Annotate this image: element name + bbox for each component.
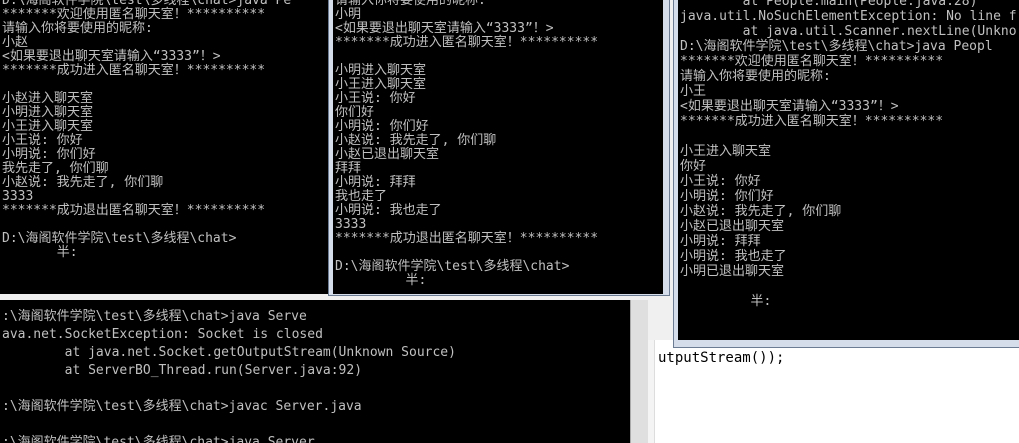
- console-line: 半:: [335, 273, 427, 288]
- console-line: *******成功退出匿名聊天室！**********: [335, 231, 599, 246]
- console-line: 请输入你将要使用的昵称:: [680, 69, 831, 84]
- console-line: 小王进入聊天室: [680, 144, 772, 159]
- console-line: 小明说: 我也走了: [335, 203, 442, 218]
- console-line: 小明进入聊天室: [335, 63, 427, 78]
- code-editor[interactable]: utputStream());: [632, 340, 1019, 443]
- server-console-lines: :\海阁软件学院\test\多线程\chat>java Serve ava.ne…: [0, 308, 456, 443]
- console-line: 小明说: 你们好: [2, 147, 96, 162]
- console-line: 小明说: 拜拜: [680, 234, 761, 249]
- console-line: 小王进入聊天室: [335, 77, 427, 92]
- console-line: 小王: [680, 84, 707, 99]
- console-line: *******成功进入匿名聊天室！**********: [335, 35, 599, 50]
- console-line: :\海阁软件学院\test\多线程\chat>java Serve: [2, 309, 307, 324]
- editor-code-line: utputStream());: [658, 350, 785, 366]
- console-line: 小赵进入聊天室: [2, 91, 94, 106]
- console-line: ava.net.SocketException: Socket is close…: [2, 327, 323, 342]
- console-line: 小王说: 你好: [335, 91, 416, 106]
- client-console-xiaoming[interactable]: 请输入你将要使用的昵称: 小明 <如果要退出聊天室请输入“3333”！> ***…: [333, 0, 663, 294]
- console-line: java.util.NoSuchElementException: No lin…: [680, 9, 1017, 24]
- console-line: 小赵说: 我先走了, 你们聊: [335, 133, 497, 148]
- console-line: *******欢迎使用匿名聊天室！**********: [680, 54, 944, 69]
- console-line: D:\海阁软件学院\test\多线程\chat>java Peopl: [680, 39, 993, 54]
- console-line: 半:: [2, 245, 78, 260]
- console-line: <如果要退出聊天室请输入“3333”！>: [680, 99, 899, 114]
- console-line: 小明说: 你们好: [680, 189, 774, 204]
- console-line: at java.net.Socket.getOutputStream(Unkno…: [2, 345, 456, 360]
- console-line: *******成功进入匿名聊天室！**********: [2, 63, 266, 78]
- console-line: at ServerBO_Thread.run(Server.java:92): [2, 363, 363, 378]
- console-line: at java.util.Scanner.nextLine(Unkno: [680, 24, 1017, 39]
- console-line: *******欢迎使用匿名聊天室！**********: [2, 7, 266, 22]
- console-line: 小明说: 你们好: [335, 119, 429, 134]
- console-line: <如果要退出聊天室请输入“3333”！>: [335, 21, 554, 36]
- console-line: :\海阁软件学院\test\多线程\chat>javac Server.java: [2, 399, 362, 414]
- server-console-scrollbar[interactable]: [630, 300, 648, 443]
- console-line: <如果要退出聊天室请输入“3333”！>: [2, 49, 221, 64]
- console-line: D:\海阁软件学院\test\多线程\chat>: [335, 259, 570, 274]
- console-line: 我先走了, 你们聊: [2, 161, 109, 176]
- console-line: *******成功退出匿名聊天室！**********: [2, 203, 266, 218]
- client-console-lines: 请输入你将要使用的昵称: 小明 <如果要退出聊天室请输入“3333”！> ***…: [333, 0, 598, 288]
- console-line: 3333: [335, 217, 367, 232]
- console-line: 小明说: 拜拜: [335, 175, 416, 190]
- console-line: 小赵说: 我先走了, 你们聊: [2, 175, 164, 190]
- console-line: at People.main(People.java:28): [680, 0, 978, 9]
- console-line: D:\海阁软件学院\test\多线程\chat>: [2, 231, 237, 246]
- console-line: 小赵已退出聊天室: [680, 219, 785, 234]
- client-console-xiaowang[interactable]: at People.main(People.java:28) java.util…: [678, 0, 1019, 340]
- client-console-lines: D:\海阁软件学院\test\多线程\chat>java Pe *******欢…: [0, 0, 291, 260]
- console-line: *******成功进入匿名聊天室！**********: [680, 114, 944, 129]
- console-line: 请输入你将要使用的昵称:: [2, 21, 153, 36]
- console-line: 小明: [335, 7, 362, 22]
- console-line: 小明说: 我也走了: [680, 249, 787, 264]
- console-line: 小王进入聊天室: [2, 119, 94, 134]
- console-line: 小赵: [2, 35, 29, 50]
- server-console[interactable]: :\海阁软件学院\test\多线程\chat>java Serve ava.ne…: [0, 300, 630, 443]
- console-line: 小王说: 你好: [680, 174, 761, 189]
- console-line: 你们好: [335, 105, 375, 120]
- console-line: 小王说: 你好: [2, 133, 83, 148]
- console-line: 拜拜: [335, 161, 362, 176]
- console-line: 3333: [2, 189, 34, 204]
- console-line: 小明进入聊天室: [2, 105, 94, 120]
- console-line: 请输入你将要使用的昵称:: [335, 0, 486, 8]
- client-console-xiaozhao[interactable]: D:\海阁软件学院\test\多线程\chat>java Pe *******欢…: [0, 0, 330, 294]
- client-console-lines: at People.main(People.java:28) java.util…: [678, 0, 1017, 309]
- console-line: 你好: [680, 159, 707, 174]
- console-line: 小赵已退出聊天室: [335, 147, 440, 162]
- console-line: 半:: [680, 294, 772, 309]
- console-line: 我也走了: [335, 189, 388, 204]
- console-line: 小赵说: 我先走了, 你们聊: [680, 204, 842, 219]
- console-line: :\海阁软件学院\test\多线程\chat>java Server: [2, 435, 315, 443]
- console-line: 小明已退出聊天室: [680, 264, 785, 279]
